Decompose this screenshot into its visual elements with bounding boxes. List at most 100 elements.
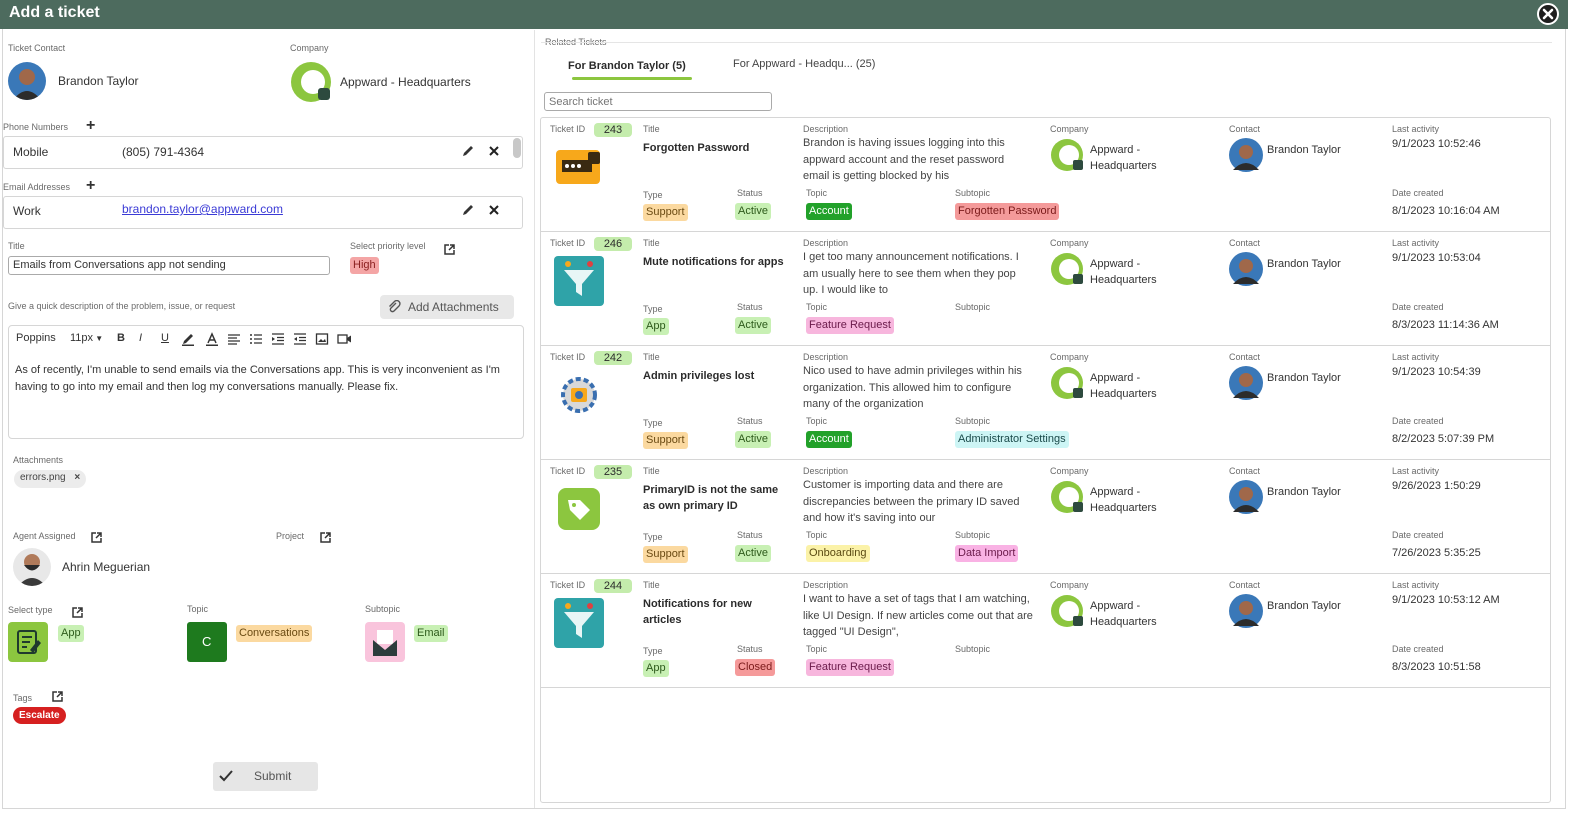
ticket-id-badge[interactable]: 243 (594, 123, 632, 137)
ticket-contact[interactable]: Brandon Taylor (1267, 258, 1341, 270)
contact-avatar[interactable] (8, 62, 46, 100)
ticket-title[interactable]: Forgotten Password (643, 140, 788, 156)
ticket-id-badge[interactable]: 244 (594, 579, 632, 593)
subtopic-badge[interactable]: Email (414, 625, 448, 642)
title-label: Title (643, 580, 660, 590)
tab-contact-tickets[interactable]: For Brandon Taylor (5) (568, 60, 686, 72)
type-badge[interactable]: Support (643, 432, 688, 449)
editor-content[interactable]: As of recently, I'm unable to send email… (15, 362, 521, 396)
ticket-contact[interactable]: Brandon Taylor (1267, 600, 1341, 612)
highlight-icon[interactable] (181, 332, 195, 346)
underline-icon[interactable]: U (161, 332, 169, 344)
ticket-company[interactable]: Appward - Headquarters (1090, 598, 1157, 630)
font-family-select[interactable]: Poppins (16, 332, 56, 344)
ticket-id-badge[interactable]: 235 (594, 465, 632, 479)
subtopic-badge[interactable]: Data Import (955, 545, 1019, 562)
ticket-company[interactable]: Appward - Headquarters (1090, 256, 1157, 288)
bold-icon[interactable]: B (117, 332, 125, 344)
align-icon[interactable] (227, 332, 241, 346)
delete-email-icon[interactable] (487, 203, 501, 217)
agent-name[interactable]: Ahrin Meguerian (62, 560, 150, 574)
type-badge[interactable]: Support (643, 204, 688, 221)
ticket-row[interactable]: Ticket ID 235 Title PrimaryID is not the sa… (540, 460, 1551, 574)
type-badge[interactable]: Support (643, 546, 688, 563)
email-link[interactable]: brandon.taylor@appward.com (122, 202, 283, 216)
status-badge[interactable]: Active (735, 317, 771, 334)
topic-badge[interactable]: Feature Request (806, 317, 894, 334)
tab-company-tickets[interactable]: For Appward - Headqu... (25) (733, 58, 875, 70)
contact-name[interactable]: Brandon Taylor (58, 74, 139, 88)
tag-badge[interactable]: Escalate (13, 707, 66, 724)
indent-icon[interactable] (271, 332, 285, 346)
type-badge[interactable]: App (643, 660, 669, 677)
external-link-icon[interactable] (443, 243, 456, 256)
external-link-icon[interactable] (90, 531, 103, 544)
ticket-company[interactable]: Appward - Headquarters (1090, 484, 1157, 516)
delete-phone-icon[interactable] (487, 144, 501, 158)
type-badge[interactable]: App (643, 318, 669, 335)
description-editor[interactable]: Poppins 11px ▼ B I U As of recently, I'm… (8, 325, 524, 439)
status-badge[interactable]: Active (735, 203, 771, 220)
video-icon[interactable] (337, 332, 352, 346)
ticket-contact[interactable]: Brandon Taylor (1267, 372, 1341, 384)
status-badge[interactable]: Active (735, 545, 771, 562)
company-line1: Appward - (1090, 486, 1141, 498)
topic-badge[interactable]: Conversations (236, 625, 313, 642)
ticket-title[interactable]: Admin privileges lost (643, 368, 788, 384)
font-size-select[interactable]: 11px ▼ (70, 332, 103, 344)
ticket-title[interactable]: PrimaryID is not the same as own primary… (643, 482, 788, 514)
ticket-title[interactable]: Mute notifications for apps (643, 254, 788, 270)
subtopic-badge[interactable]: Forgotten Password (955, 203, 1060, 220)
search-ticket-input[interactable] (544, 92, 772, 111)
ticket-row[interactable]: Ticket ID 242 Title Admin privileges lost De… (540, 346, 1551, 460)
ticket-title[interactable]: Notifications for new articles (643, 596, 788, 628)
phone-number[interactable]: (805) 791-4364 (122, 145, 204, 159)
submit-button[interactable]: Submit (213, 762, 318, 791)
status-badge[interactable]: Closed (735, 659, 776, 676)
font-color-icon[interactable] (205, 332, 219, 346)
image-icon[interactable] (315, 332, 329, 346)
ticket-company[interactable]: Appward - Headquarters (1090, 370, 1157, 402)
status-badge[interactable]: Active (735, 431, 771, 448)
date-created-value: 8/3/2023 10:51:58 (1392, 661, 1481, 673)
type-badge[interactable]: App (58, 625, 84, 642)
ticket-row[interactable]: Ticket ID 244 Title Notifications for new a… (540, 574, 1551, 688)
ticket-id-badge[interactable]: 246 (594, 237, 632, 251)
add-phone-button[interactable]: + (86, 118, 95, 134)
bullet-list-icon[interactable] (249, 332, 263, 346)
ticket-row[interactable]: Ticket ID 246 Title Mute notifications for … (540, 232, 1551, 346)
add-attachments-button[interactable]: Add Attachments (380, 295, 514, 319)
add-email-button[interactable]: + (86, 178, 95, 194)
ticket-contact[interactable]: Brandon Taylor (1267, 144, 1341, 156)
company-line2: Headquarters (1090, 160, 1157, 172)
priority-badge[interactable]: High (350, 257, 379, 274)
company-name[interactable]: Appward - Headquarters (340, 75, 471, 89)
ticket-company[interactable]: Appward - Headquarters (1090, 142, 1157, 174)
ticket-row[interactable]: Ticket ID 243 Title Forgotten Password Descr… (540, 118, 1551, 232)
attachment-chip[interactable]: errors.png × (14, 470, 87, 488)
topic-badge[interactable]: Onboarding (806, 545, 870, 562)
ticket-description: Nico used to have admin privileges withi… (803, 365, 1022, 410)
topic-badge[interactable]: Feature Request (806, 659, 894, 676)
contact-label: Contact (1229, 580, 1261, 590)
external-link-icon[interactable] (319, 531, 332, 544)
external-link-icon[interactable] (51, 690, 64, 703)
topic-badge[interactable]: Account (806, 431, 852, 448)
edit-email-icon[interactable] (461, 203, 475, 217)
outdent-icon[interactable] (293, 332, 307, 346)
topic-label: Topic (806, 302, 828, 312)
subtopic-badge[interactable]: Administrator Settings (955, 431, 1069, 448)
password-icon (554, 142, 604, 192)
ticket-id-badge[interactable]: 242 (594, 351, 632, 365)
phone-scrollbar[interactable] (513, 138, 521, 158)
phone-row (3, 136, 523, 169)
agent-avatar[interactable] (13, 548, 51, 586)
edit-phone-icon[interactable] (461, 144, 475, 158)
external-link-icon[interactable] (71, 606, 84, 619)
close-button[interactable] (1537, 3, 1559, 25)
ticket-contact[interactable]: Brandon Taylor (1267, 486, 1341, 498)
remove-attachment-icon[interactable]: × (74, 472, 80, 483)
title-input[interactable]: Emails from Conversations app not sendin… (8, 256, 330, 275)
italic-icon[interactable]: I (139, 332, 142, 344)
topic-badge[interactable]: Account (806, 203, 852, 220)
